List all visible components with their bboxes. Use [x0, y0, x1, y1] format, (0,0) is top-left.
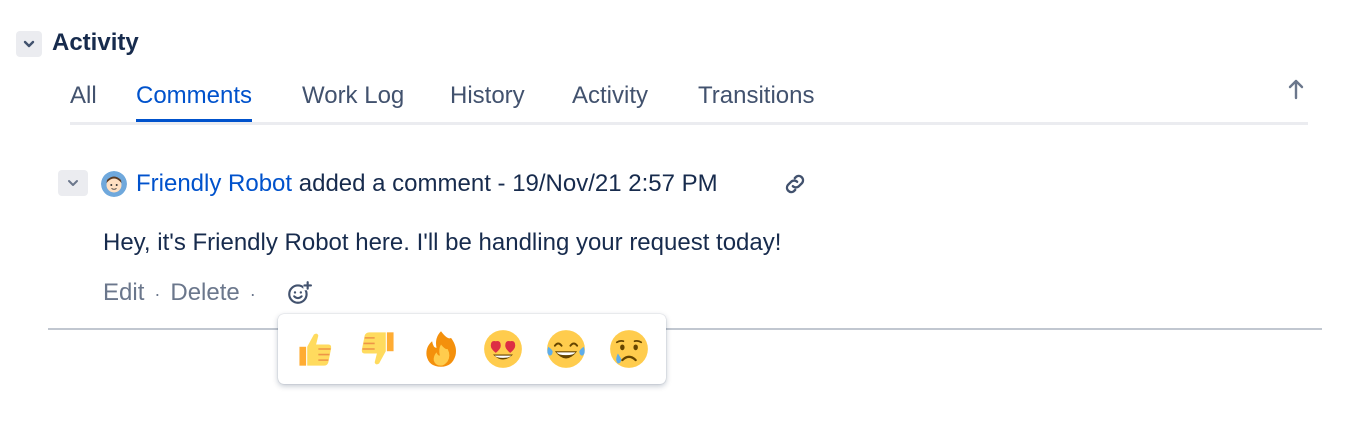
chevron-down-icon — [68, 180, 78, 186]
separator: · — [249, 284, 256, 304]
collapse-comment-button[interactable] — [58, 170, 88, 196]
reaction-fire[interactable] — [415, 323, 467, 375]
robot-avatar-icon — [101, 171, 127, 197]
tab-activity[interactable]: Activity — [572, 82, 648, 110]
comment-body: Hey, it's Friendly Robot here. I'll be h… — [103, 229, 782, 256]
thumbs-up-icon — [299, 333, 332, 366]
tears-of-joy-icon — [547, 330, 585, 368]
chevron-down-icon — [23, 40, 35, 48]
comment-meta: added a comment - 19/Nov/21 2:57 PM — [292, 170, 718, 197]
add-reaction-button[interactable] — [285, 279, 313, 307]
heart-eyes-icon — [484, 330, 523, 368]
comment-actions: Edit · Delete · — [103, 279, 266, 307]
reaction-crying[interactable] — [603, 323, 655, 375]
collapse-activity-button[interactable] — [16, 31, 42, 57]
sort-order-button[interactable] — [1284, 75, 1308, 103]
permalink-button[interactable] — [781, 171, 809, 197]
comment-header: Friendly Robot added a comment - 19/Nov/… — [136, 170, 718, 198]
activity-panel: Activity All Comments Work Log History A… — [0, 0, 1346, 436]
tab-work-log[interactable]: Work Log — [302, 82, 404, 110]
reaction-thumbs-up[interactable] — [289, 323, 341, 375]
tab-comments[interactable]: Comments — [136, 82, 253, 122]
author-link[interactable]: Friendly Robot — [136, 170, 292, 197]
fire-icon — [426, 331, 456, 367]
section-title: Activity — [52, 29, 139, 56]
delete-button[interactable]: Delete — [170, 279, 239, 306]
activity-tabs: All Comments Work Log History Activity T… — [70, 78, 1308, 125]
crying-icon — [609, 330, 648, 368]
avatar[interactable] — [101, 171, 127, 197]
divider — [48, 328, 1322, 330]
reaction-tears-of-joy[interactable] — [540, 323, 592, 375]
tab-history[interactable]: History — [450, 82, 525, 110]
arrow-up-icon — [1288, 79, 1304, 100]
separator: · — [154, 284, 161, 304]
thumbs-down-icon — [361, 332, 394, 365]
tab-all[interactable]: All — [70, 82, 97, 110]
link-icon — [785, 174, 805, 194]
reaction-picker — [278, 314, 666, 384]
reaction-thumbs-down[interactable] — [352, 323, 404, 375]
add-reaction-icon — [288, 281, 312, 304]
reaction-heart-eyes[interactable] — [477, 323, 529, 375]
edit-button[interactable]: Edit — [103, 279, 144, 306]
tab-transitions[interactable]: Transitions — [698, 82, 814, 110]
